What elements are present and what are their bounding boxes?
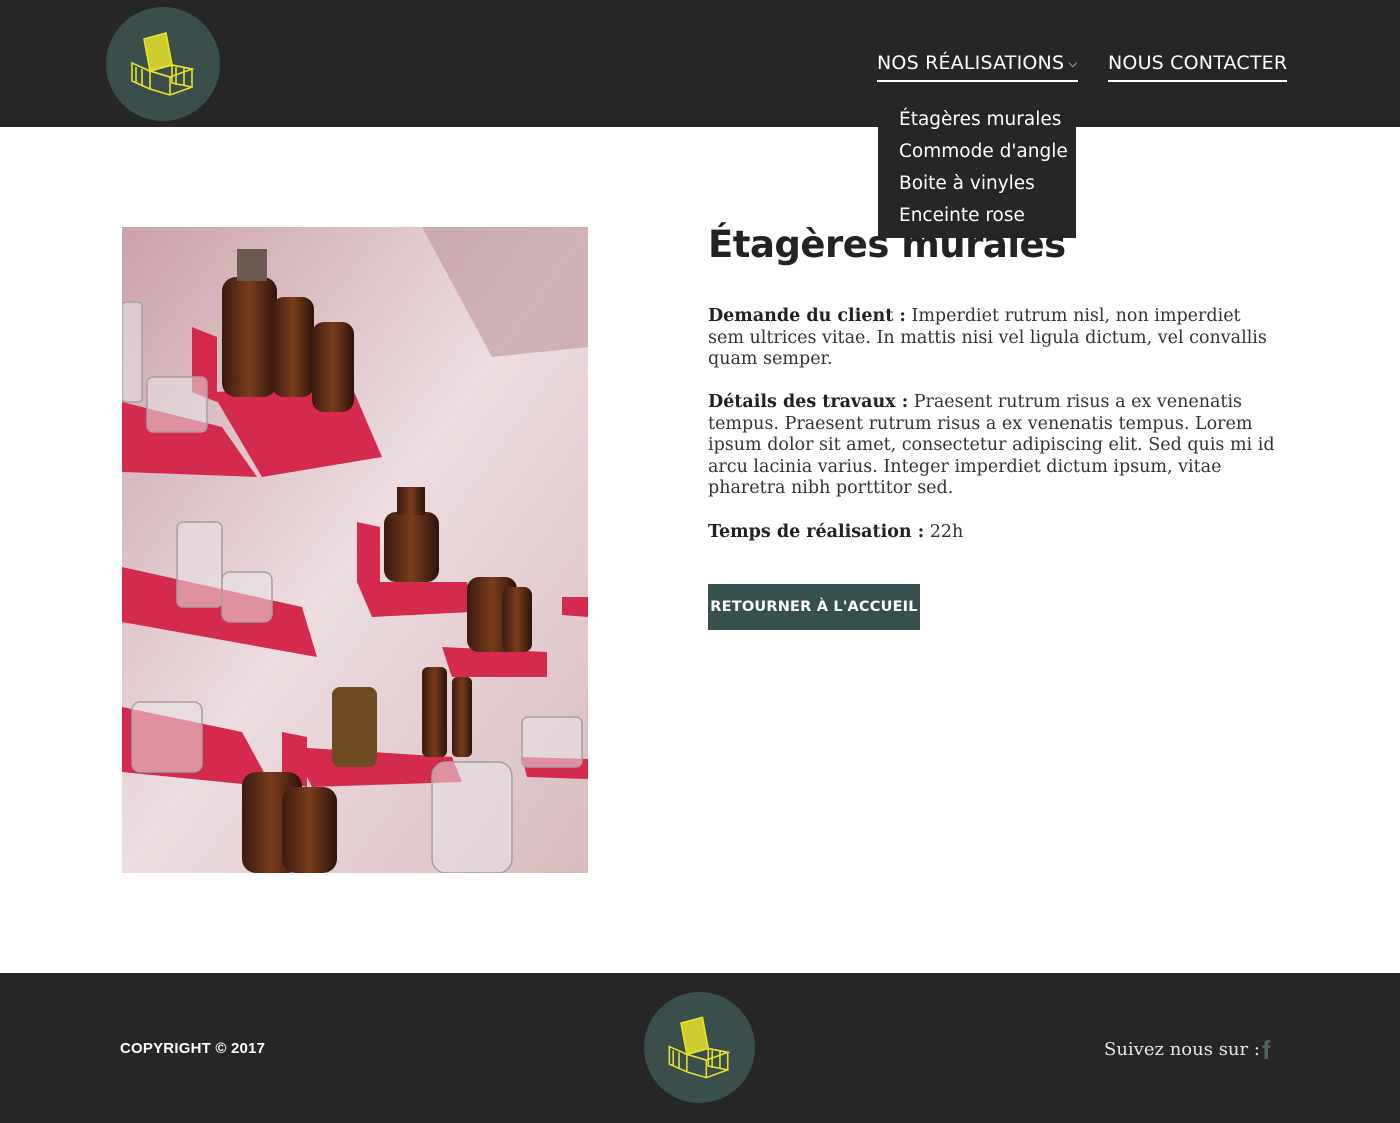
back-to-home-button[interactable]: RETOURNER À L'ACCUEIL xyxy=(708,584,920,630)
production-time-value: 22h xyxy=(924,522,964,542)
follow-us-label: Suivez nous sur : xyxy=(1104,1039,1260,1060)
realisations-dropdown: Étagères murales Commode d'angle Boite à… xyxy=(878,100,1076,238)
dropdown-item-enceinte[interactable]: Enceinte rose xyxy=(899,200,1076,232)
chair-logo-svg xyxy=(668,1016,731,1079)
chair-logo-svg xyxy=(131,31,195,96)
dropdown-item-commode[interactable]: Commode d'angle xyxy=(899,136,1076,168)
site-header: NOS RÉALISATIONS ⌵ NOUS CONTACTER xyxy=(0,0,1400,127)
production-time-label: Temps de réalisation : xyxy=(708,522,925,542)
shelves-photo-illustration xyxy=(122,227,588,873)
chair-logo-icon[interactable] xyxy=(106,7,220,121)
chair-logo-icon[interactable] xyxy=(644,992,755,1103)
nav-realisations-label: NOS RÉALISATIONS xyxy=(877,52,1065,74)
chevron-down-icon: ⌵ xyxy=(1068,56,1078,70)
work-details-label: Détails des travaux : xyxy=(708,392,909,412)
client-request: Demande du client : Imperdiet rutrum nis… xyxy=(708,306,1278,371)
facebook-icon[interactable]: f xyxy=(1262,1035,1271,1066)
project-photo xyxy=(122,227,588,873)
site-footer: COPYRIGHT © 2017 Suivez nous sur : f xyxy=(0,973,1400,1123)
dropdown-item-etageres[interactable]: Étagères murales xyxy=(899,104,1076,136)
nav-realisations-link[interactable]: NOS RÉALISATIONS ⌵ xyxy=(877,52,1078,82)
nav-contact-link[interactable]: NOUS CONTACTER xyxy=(1108,52,1288,82)
client-request-label: Demande du client : xyxy=(708,306,906,326)
work-details: Détails des travaux : Praesent rutrum ri… xyxy=(708,392,1278,500)
dropdown-item-boite[interactable]: Boite à vinyles xyxy=(899,168,1076,200)
copyright-text: COPYRIGHT © 2017 xyxy=(120,1040,266,1057)
production-time: Temps de réalisation : 22h xyxy=(708,522,1278,544)
